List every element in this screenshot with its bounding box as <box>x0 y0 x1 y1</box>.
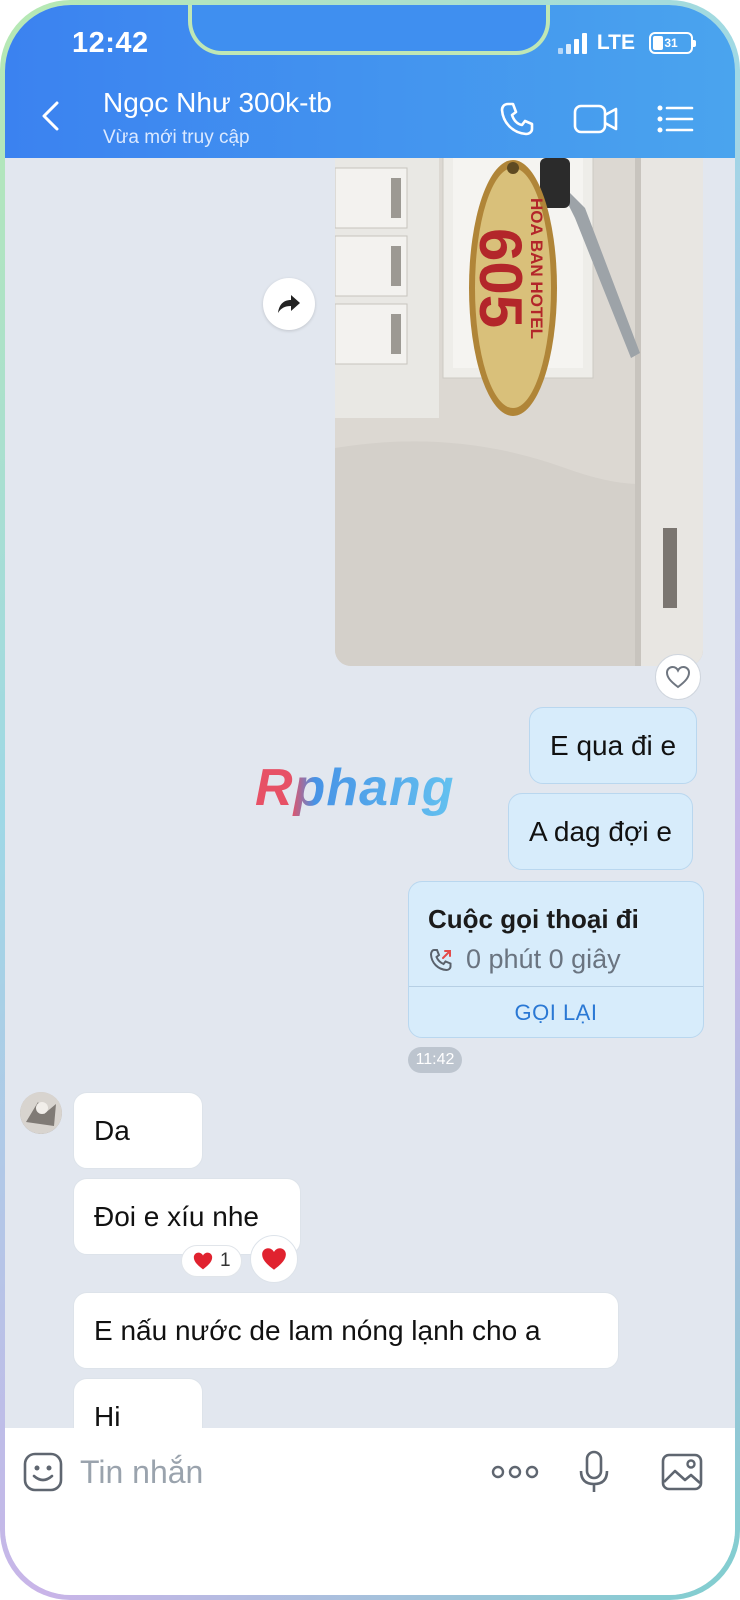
reaction-count: 1 <box>220 1250 231 1271</box>
react-heart-button[interactable] <box>655 654 701 700</box>
hotel-key-photo: HOA BAN HOTEL 605 <box>335 158 703 666</box>
video-camera-icon <box>573 104 618 134</box>
image-icon <box>661 1453 703 1491</box>
message-them-4[interactable]: Hi <box>73 1378 203 1428</box>
chat-header: 12:42 LTE 31 Ngọc Như 300k-tb Vừa mới tr… <box>5 5 735 158</box>
photo-message[interactable]: HOA BAN HOTEL 605 <box>335 158 703 666</box>
chat-title[interactable]: Ngọc Như 300k-tb <box>103 87 332 119</box>
network-type: LTE <box>596 31 635 54</box>
reaction-button[interactable] <box>250 1235 298 1283</box>
microphone-icon <box>579 1450 609 1492</box>
sticker-icon <box>23 1452 63 1492</box>
avatar-image <box>20 1092 62 1134</box>
back-button[interactable] <box>35 99 69 133</box>
message-list[interactable]: HOA BAN HOTEL 605 Rphang E qua đi e A da… <box>5 158 735 1428</box>
message-them-3[interactable]: E nấu nước de lam nóng lạnh cho a <box>73 1292 619 1369</box>
device-frame: 12:42 LTE 31 Ngọc Như 300k-tb Vừa mới tr… <box>0 0 740 1600</box>
more-dots-icon <box>491 1465 539 1479</box>
message-timestamp: 11:42 <box>408 1047 462 1073</box>
key-tag-room-number: 605 <box>467 228 534 328</box>
message-them-1[interactable]: Da <box>73 1092 203 1169</box>
screen: 12:42 LTE 31 Ngọc Như 300k-tb Vừa mới tr… <box>5 5 735 1595</box>
contact-avatar[interactable] <box>20 1092 62 1134</box>
reaction-summary[interactable]: 1 <box>181 1245 242 1277</box>
message-me-1[interactable]: E qua đi e <box>529 707 698 784</box>
signal-icon <box>557 32 587 54</box>
watermark-logo: Rphang <box>255 759 455 817</box>
device-notch <box>188 5 550 55</box>
battery-icon: 31 <box>649 32 696 54</box>
heart-filled-icon <box>193 1252 213 1270</box>
more-button[interactable] <box>487 1448 543 1496</box>
chat-status: Vừa mới truy cập <box>103 127 250 148</box>
heart-outline-icon <box>665 665 691 689</box>
message-me-2[interactable]: A dag đợi e <box>508 793 693 870</box>
call-title: Cuộc gọi thoại đi <box>428 904 639 934</box>
heart-filled-icon <box>262 1248 286 1270</box>
status-indicators: LTE 31 <box>557 31 696 55</box>
sticker-button[interactable] <box>19 1448 67 1496</box>
message-composer: Tin nhắn <box>5 1428 735 1595</box>
share-arrow-icon <box>278 295 300 313</box>
outgoing-call-icon <box>429 948 452 971</box>
call-duration: 0 phút 0 giây <box>466 944 621 974</box>
video-call-button[interactable] <box>571 99 621 139</box>
phone-icon <box>500 102 534 136</box>
status-time: 12:42 <box>72 27 149 59</box>
message-input[interactable]: Tin nhắn <box>80 1450 460 1494</box>
send-image-button[interactable] <box>658 1448 706 1496</box>
voice-call-button[interactable] <box>495 99 539 139</box>
chevron-left-icon <box>42 101 59 131</box>
call-info: 0 phút 0 giây <box>428 944 621 975</box>
forward-button[interactable] <box>263 278 315 330</box>
battery-level: 31 <box>664 36 678 50</box>
list-menu-icon <box>657 105 694 133</box>
call-again-button[interactable]: GỌI LẠI <box>409 986 703 1037</box>
call-message-card[interactable]: Cuộc gọi thoại đi 0 phút 0 giây GỌI LẠI <box>408 881 704 1038</box>
voice-message-button[interactable] <box>570 1448 618 1496</box>
chat-options-button[interactable] <box>653 99 697 139</box>
